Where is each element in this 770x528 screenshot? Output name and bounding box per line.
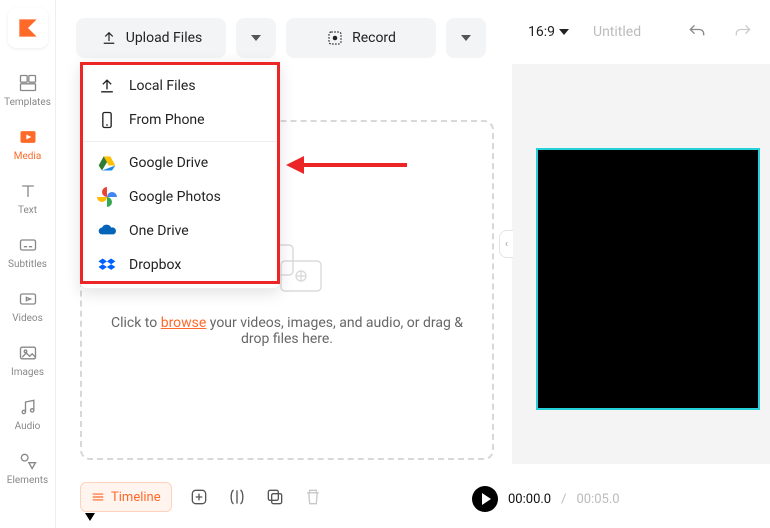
header-right: 16:9 Untitled <box>512 0 770 64</box>
timeline-toggle[interactable]: Timeline <box>80 482 172 512</box>
time-current: 00:00.0 <box>508 492 551 507</box>
chevron-down-icon <box>461 35 471 41</box>
redo-button[interactable] <box>732 21 754 43</box>
sidebar: Templates Media Text Subtitles Videos Im… <box>0 0 56 528</box>
sidebar-label: Audio <box>15 421 41 432</box>
toolbar: Upload Files Record <box>76 18 486 58</box>
record-label: Record <box>352 30 396 46</box>
preview-canvas[interactable] <box>538 150 758 408</box>
upload-files-button[interactable]: Upload Files <box>76 18 226 58</box>
sidebar-label: Elements <box>7 475 48 486</box>
preview-panel <box>512 64 770 464</box>
dropbox-icon <box>97 255 117 275</box>
project-title[interactable]: Untitled <box>593 24 662 40</box>
upload-files-caret[interactable] <box>236 18 276 58</box>
menu-item-from-phone[interactable]: From Phone <box>81 103 279 137</box>
menu-item-google-drive[interactable]: Google Drive <box>81 146 279 180</box>
sidebar-item-elements[interactable]: Elements <box>4 442 52 496</box>
onedrive-icon <box>97 221 117 241</box>
media-icon <box>17 126 39 148</box>
sidebar-item-media[interactable]: Media <box>4 118 52 172</box>
playback-bar: 00:00.0 / 00:05.0 <box>472 486 620 512</box>
elements-icon <box>17 450 39 472</box>
undo-button[interactable] <box>686 21 708 43</box>
text-icon <box>17 180 39 202</box>
sidebar-item-templates[interactable]: Templates <box>4 64 52 118</box>
timeline-icon <box>91 490 105 504</box>
menu-item-dropbox[interactable]: Dropbox <box>81 248 279 282</box>
aspect-ratio-selector[interactable]: 16:9 <box>528 24 569 40</box>
google-photos-icon <box>97 187 117 207</box>
audio-icon <box>17 396 39 418</box>
upload-icon <box>100 29 118 47</box>
record-button[interactable]: Record <box>286 18 436 58</box>
templates-icon <box>17 72 39 94</box>
videos-icon <box>17 288 39 310</box>
sidebar-label: Videos <box>12 313 43 324</box>
chevron-down-icon <box>251 35 261 41</box>
menu-item-onedrive[interactable]: One Drive <box>81 214 279 248</box>
delete-clip-button[interactable] <box>302 486 324 508</box>
panel-expand-handle[interactable]: ‹ <box>499 230 513 258</box>
google-drive-icon <box>97 153 117 173</box>
upload-label: Upload Files <box>126 30 203 46</box>
sidebar-label: Subtitles <box>8 259 47 270</box>
sidebar-label: Text <box>18 205 37 216</box>
sidebar-item-text[interactable]: Text <box>4 172 52 226</box>
sidebar-label: Templates <box>4 97 51 108</box>
menu-item-google-photos[interactable]: Google Photos <box>81 180 279 214</box>
upload-local-icon <box>97 76 117 96</box>
phone-icon <box>97 110 117 130</box>
sidebar-item-images[interactable]: Images <box>4 334 52 388</box>
sidebar-label: Media <box>14 151 42 162</box>
play-button[interactable] <box>472 486 498 512</box>
timeline-playhead[interactable] <box>85 513 95 523</box>
menu-item-local-files[interactable]: Local Files <box>81 69 279 103</box>
dropzone-text: Click to browse your videos, images, and… <box>102 315 472 347</box>
subtitles-icon <box>17 234 39 256</box>
timeline-bar: Timeline <box>80 482 324 512</box>
chevron-down-icon <box>559 29 569 35</box>
sidebar-label: Images <box>11 367 44 378</box>
sidebar-item-subtitles[interactable]: Subtitles <box>4 226 52 280</box>
time-total: 00:05.0 <box>576 492 619 507</box>
sidebar-item-audio[interactable]: Audio <box>4 388 52 442</box>
record-icon <box>326 29 344 47</box>
menu-separator <box>81 141 279 142</box>
upload-dropdown: Local Files From Phone Google Drive Goog… <box>80 62 280 289</box>
sidebar-item-videos[interactable]: Videos <box>4 280 52 334</box>
browse-link[interactable]: browse <box>161 315 207 331</box>
duplicate-clip-button[interactable] <box>264 486 286 508</box>
add-clip-button[interactable] <box>188 486 210 508</box>
record-caret[interactable] <box>446 18 486 58</box>
split-clip-button[interactable] <box>226 486 248 508</box>
images-icon <box>17 342 39 364</box>
app-logo <box>8 8 48 48</box>
